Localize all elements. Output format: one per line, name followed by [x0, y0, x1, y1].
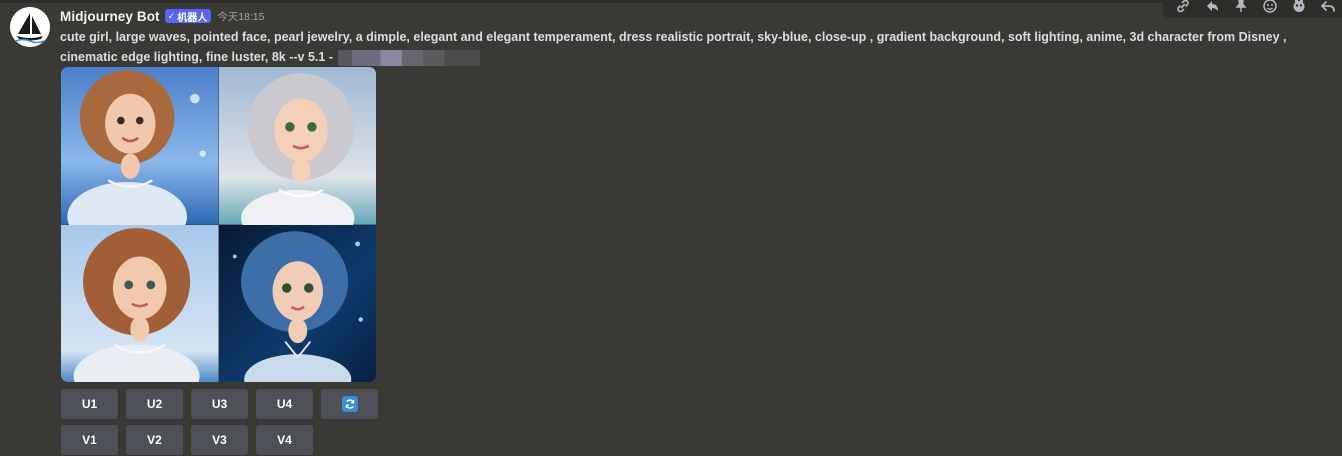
upscale-2-button[interactable]: U2 [126, 389, 183, 419]
portrait-image-4-art [218, 224, 376, 382]
upscale-1-button[interactable]: U1 [61, 389, 118, 419]
reply-icon[interactable] [1313, 0, 1342, 16]
add-reaction-icon[interactable] [1255, 0, 1284, 16]
reroll-button[interactable] [321, 389, 378, 419]
link-icon[interactable] [1169, 0, 1198, 16]
bot-badge: ✓ 机器人 [164, 9, 212, 24]
redacted-mention [338, 49, 481, 66]
username[interactable]: Midjourney Bot [60, 9, 160, 24]
bot-badge-label: 机器人 [177, 12, 208, 24]
variation-2-button[interactable]: V2 [126, 425, 183, 455]
avatar[interactable] [10, 7, 50, 47]
variation-button-row: V1 V2 V3 V4 [61, 425, 321, 455]
portrait-image-3[interactable] [61, 224, 219, 382]
image-grid[interactable] [61, 67, 376, 382]
sailboat-logo-icon [10, 7, 50, 47]
pin-icon[interactable] [1227, 0, 1256, 16]
variation-1-button[interactable]: V1 [61, 425, 118, 455]
variation-3-button[interactable]: V3 [191, 425, 248, 455]
verified-check-icon: ✓ [167, 10, 176, 21]
reply-arrow-icon[interactable] [1198, 0, 1227, 16]
portrait-image-3-art [61, 224, 219, 382]
timestamp[interactable]: 今天18:15 [217, 9, 264, 24]
message-header: Midjourney Bot ✓ 机器人 今天18:15 [60, 7, 264, 25]
prompt-text: cute girl, large waves, pointed face, pe… [60, 30, 1287, 64]
portrait-image-1-art [61, 67, 219, 225]
refresh-icon [341, 396, 358, 412]
upscale-4-button[interactable]: U4 [256, 389, 313, 419]
apps-icon[interactable] [1284, 0, 1313, 16]
portrait-image-2-art [218, 67, 376, 225]
portrait-image-1[interactable] [61, 67, 219, 225]
variation-4-button[interactable]: V4 [256, 425, 313, 455]
upscale-button-row: U1 U2 U3 U4 [61, 389, 386, 419]
upscale-3-button[interactable]: U3 [191, 389, 248, 419]
portrait-image-2[interactable] [218, 67, 376, 225]
message-content: cute girl, large waves, pointed face, pe… [60, 27, 1336, 67]
message-action-toolbar [1163, 0, 1342, 18]
portrait-image-4[interactable] [218, 224, 376, 382]
chat-message: Midjourney Bot ✓ 机器人 今天18:15 cute girl, … [0, 0, 1342, 456]
